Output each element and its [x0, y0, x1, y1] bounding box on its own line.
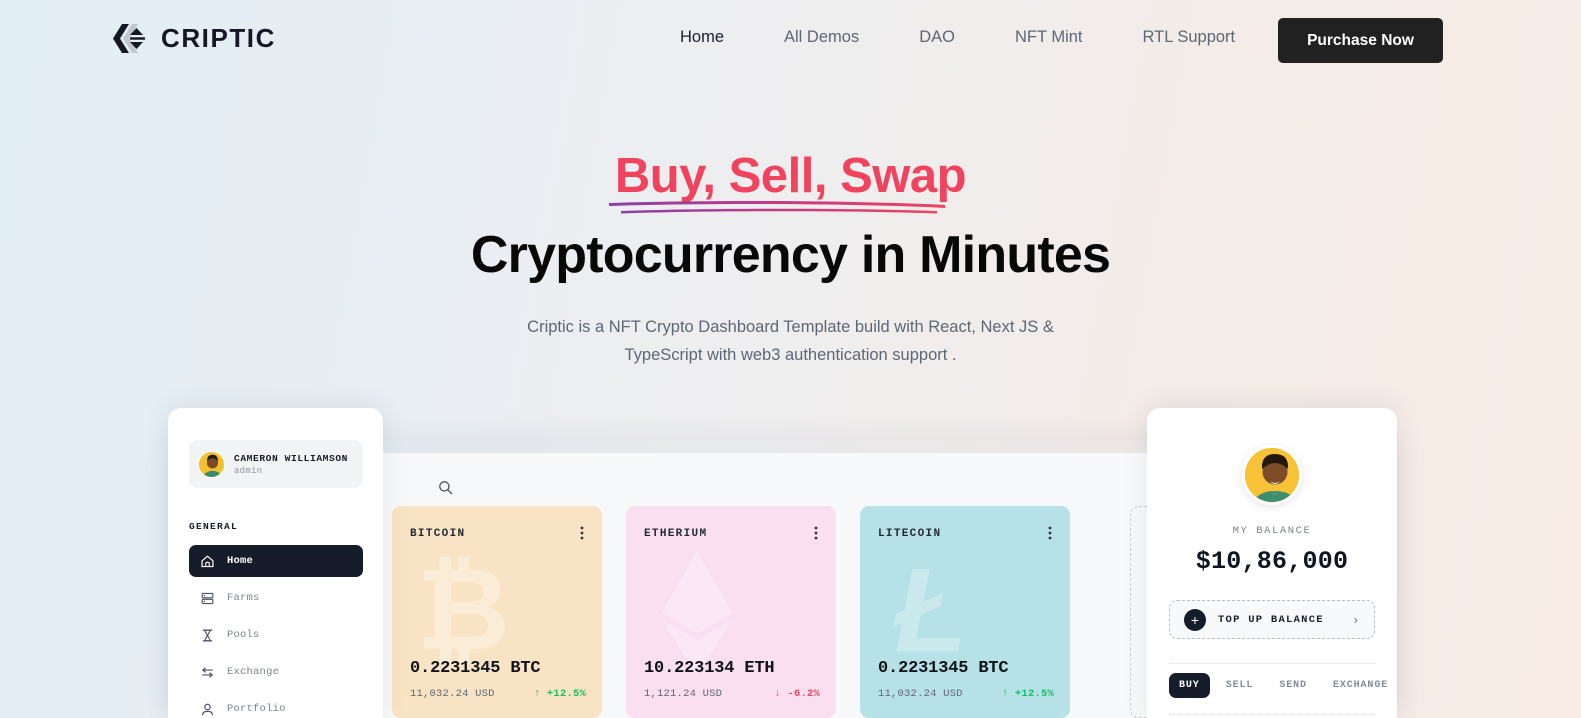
sidebar-item-portfolio[interactable]: Portfolio [189, 693, 363, 718]
coin-usd-value: 1,121.24 USD [644, 688, 723, 700]
pools-hourglass-icon [202, 629, 213, 641]
coin-card-bitcoin[interactable]: BITCOIN ₿ 0.2231345 BTC 11,032.24 USD ↑ … [392, 506, 602, 718]
site-header: CRIPTIC Home All Demos DAO NFT Mint RTL … [0, 0, 1581, 80]
sidebar-item-home[interactable]: Home [189, 545, 363, 577]
tab-send[interactable]: SEND [1269, 673, 1317, 698]
underline-swoosh-icon [608, 200, 945, 214]
criptic-chevron-logo-icon [113, 24, 145, 53]
coin-amount: 10.223134 ETH [644, 659, 775, 678]
profile-role: admin [234, 465, 263, 476]
tab-exchange[interactable]: EXCHANGE [1323, 673, 1397, 698]
coin-card-ethereum[interactable]: ETHERIUM 10.223134 ETH 1,121.24 USD ↓ -6… [626, 506, 836, 718]
sidebar-item-pools[interactable]: Pools [189, 619, 363, 651]
top-up-balance-button[interactable]: + TOP UP BALANCE › [1169, 600, 1375, 639]
balance-action-tabs: BUY SELL SEND EXCHANGE [1169, 673, 1397, 698]
avatar [198, 450, 225, 478]
hero-section: Buy, Sell, Swap Cryptocurrency in Minute… [0, 150, 1581, 370]
coin-change-value: +12.5% [1014, 688, 1054, 700]
coin-name: LITECOIN [878, 528, 942, 540]
nav-item-rtl-support[interactable]: RTL Support [1113, 28, 1266, 47]
coin-usd-value: 11,032.24 USD [878, 688, 963, 700]
tab-buy[interactable]: BUY [1169, 673, 1210, 698]
sidebar-item-label: Farms [227, 592, 260, 604]
coin-name: ETHERIUM [644, 528, 708, 540]
coin-amount: 0.2231345 BTC [878, 659, 1009, 678]
sidebar-profile-card[interactable]: CAMERON WILLIAMSON admin [189, 440, 363, 488]
search-icon [439, 481, 453, 495]
plus-icon: + [1184, 608, 1206, 631]
nav-item-home[interactable]: Home [650, 28, 754, 47]
sidebar-item-label: Home [227, 555, 254, 567]
exchange-arrows-icon [202, 666, 213, 678]
nav-item-all-demos[interactable]: All Demos [754, 28, 889, 47]
tab-sell[interactable]: SELL [1216, 673, 1264, 698]
avatar [1242, 445, 1302, 505]
top-up-balance-label: TOP UP BALANCE [1218, 613, 1324, 626]
chevron-right-icon: › [1353, 612, 1358, 627]
brand-name: CRIPTIC [161, 23, 276, 53]
divider [1169, 663, 1375, 664]
coin-amount: 0.2231345 BTC [410, 659, 541, 678]
hero-title: Cryptocurrency in Minutes [470, 225, 1111, 284]
svg-text:Ł: Ł [892, 553, 967, 673]
coin-cards-row: BITCOIN ₿ 0.2231345 BTC 11,032.24 USD ↑ … [392, 506, 1070, 718]
search-input[interactable] [438, 480, 453, 500]
divider [1169, 714, 1375, 715]
brand-logo[interactable]: CRIPTIC [108, 22, 276, 55]
more-vertical-icon[interactable] [1048, 526, 1052, 545]
sidebar-item-label: Exchange [227, 666, 280, 678]
coin-usd-value: 11,032.24 USD [410, 688, 495, 700]
portfolio-person-icon [202, 703, 213, 715]
coin-change: ↓ -6.2% [774, 688, 820, 700]
more-vertical-icon[interactable] [580, 526, 584, 545]
home-icon [201, 555, 214, 567]
sidebar-item-exchange[interactable]: Exchange [189, 656, 363, 688]
purchase-now-button[interactable]: Purchase Now [1278, 18, 1443, 63]
sidebar-item-label: Portfolio [227, 703, 286, 715]
sidebar-section-title: GENERAL [189, 521, 239, 532]
balance-label: MY BALANCE [1232, 525, 1312, 537]
profile-text: CAMERON WILLIAMSON admin [234, 453, 348, 476]
nav-item-nft-mint[interactable]: NFT Mint [985, 28, 1113, 47]
coin-name: BITCOIN [410, 528, 466, 540]
coin-change-value: -6.2% [787, 688, 820, 700]
sidebar-item-label: Pools [227, 629, 260, 641]
dashboard-sidebar: CAMERON WILLIAMSON admin GENERAL Home Fa… [168, 408, 383, 718]
hero-subtitle: Criptic is a NFT Crypto Dashboard Templa… [527, 317, 1054, 365]
coin-change-arrow: ↓ [774, 688, 781, 700]
coin-change: ↑ +12.5% [1002, 688, 1054, 700]
coin-change-arrow: ↑ [1001, 688, 1009, 700]
coin-change: ↑ +12.5% [534, 688, 586, 700]
hero-kicker-wrap: Buy, Sell, Swap [608, 149, 967, 214]
coin-card-litecoin[interactable]: LITECOIN Ł 0.2231345 BTC 11,032.24 USD ↑… [860, 506, 1070, 718]
main-nav: Home All Demos DAO NFT Mint RTL Support [650, 28, 1265, 47]
more-vertical-icon[interactable] [814, 526, 818, 545]
hero-kicker: Buy, Sell, Swap [614, 149, 967, 203]
sidebar-item-farms[interactable]: Farms [189, 582, 363, 614]
farms-icon [201, 592, 214, 604]
profile-name: CAMERON WILLIAMSON [234, 452, 348, 464]
balance-amount: $10,86,000 [1195, 547, 1349, 576]
svg-text:₿: ₿ [416, 553, 510, 673]
balance-panel: MY BALANCE $10,86,000 + TOP UP BALANCE ›… [1147, 408, 1397, 718]
coin-change-arrow: ↑ [533, 688, 541, 700]
sidebar-nav: Home Farms Pools Exchange Portfolio [189, 545, 363, 718]
coin-change-value: +12.5% [546, 688, 586, 700]
nav-item-dao[interactable]: DAO [889, 28, 985, 47]
